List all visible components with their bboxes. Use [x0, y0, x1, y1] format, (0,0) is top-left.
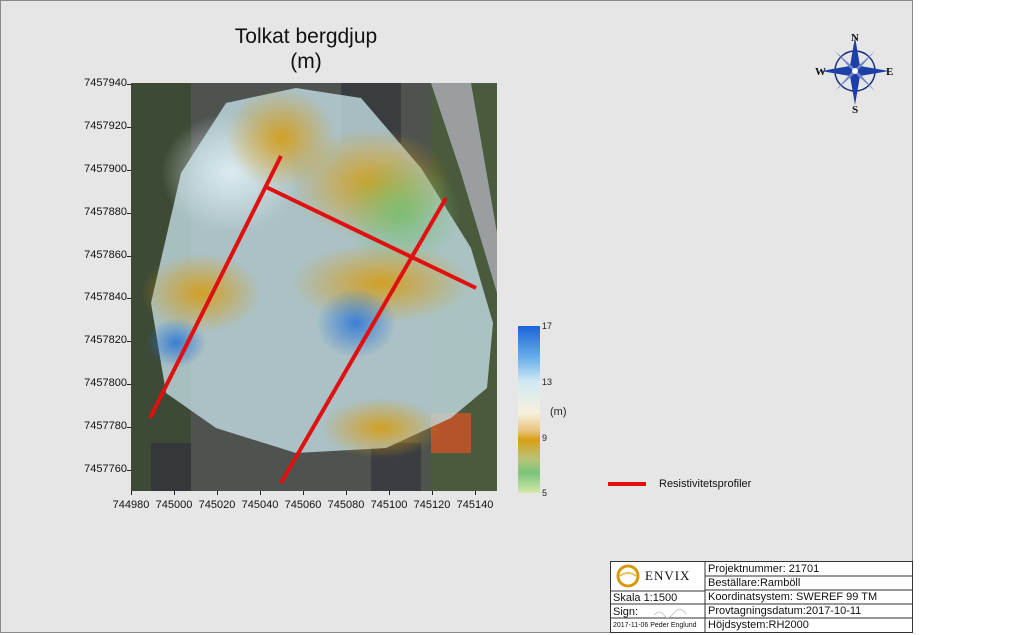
signature-scribble — [653, 608, 687, 619]
envix-logo-text: ENVIX — [645, 568, 691, 583]
coordinate-system: Koordinatsystem: SWEREF 99 TM — [708, 591, 878, 603]
map-title-unit: (m) — [290, 50, 322, 73]
x-tick-mark — [131, 491, 132, 495]
x-tick-mark — [174, 491, 175, 495]
legend-line-swatch — [608, 482, 646, 486]
y-tick: 7457900 — [84, 163, 127, 175]
map-canvas — [131, 83, 497, 491]
compass-rose-icon: N S W E — [813, 29, 897, 116]
map-sheet: Tolkat bergdjup (m) 7457940 7457920 7457… — [0, 0, 913, 633]
compass-east: E — [886, 66, 893, 78]
y-tick: 7457860 — [84, 249, 127, 261]
x-tick-mark — [432, 491, 433, 495]
y-tick: 7457780 — [84, 420, 127, 432]
client: Beställare:Ramböll — [708, 577, 801, 589]
sampling-date: Provtagningsdatum:2017-10-11 — [708, 605, 862, 617]
legend-label: Resistivitetsprofiler — [659, 478, 752, 490]
x-tick-mark — [389, 491, 390, 495]
envix-logo-icon — [616, 564, 640, 588]
x-tick-mark — [346, 491, 347, 495]
title-block: ENVIX Projektnummer: 21701 Beställare:Ra… — [610, 561, 913, 633]
building-roof — [151, 443, 191, 491]
colorbar-tick: 17 — [542, 321, 553, 331]
colorbar-tick: 9 — [542, 433, 548, 443]
y-tick: 7457840 — [84, 291, 127, 303]
compass-west: W — [815, 66, 826, 78]
colorbar-tick: 13 — [542, 377, 553, 387]
depth-colorbar — [518, 326, 540, 493]
x-tick-mark — [475, 491, 476, 495]
y-tick: 7457940 — [84, 77, 127, 89]
aerial-map[interactable] — [131, 83, 497, 491]
height-system: Höjdsystem:RH2000 — [708, 619, 809, 631]
depth-zone-9m — [321, 398, 441, 458]
y-tick: 7457880 — [84, 206, 127, 218]
y-tick: 7457820 — [84, 334, 127, 346]
compass-south: S — [852, 104, 858, 113]
y-tick: 7457920 — [84, 120, 127, 132]
signature-label: Sign: — [613, 606, 639, 618]
colorbar-tick: 5 — [542, 488, 548, 498]
scale: Skala 1:1500 — [613, 592, 678, 604]
x-tick-mark — [260, 491, 261, 495]
depth-zone-9m — [141, 253, 261, 333]
map-title: Tolkat bergdjup — [234, 25, 378, 48]
colorbar-unit: (m) — [550, 406, 567, 418]
depth-zone-17m — [316, 288, 396, 358]
project-number: Projektnummer: 21701 — [708, 563, 820, 575]
author-date: 2017-11-06 Peder Englund — [613, 622, 697, 629]
compass-north: N — [851, 32, 859, 44]
x-tick: 745140 — [456, 499, 494, 511]
y-tick: 7457800 — [84, 377, 127, 389]
y-tick: 7457760 — [84, 463, 127, 475]
x-tick-mark — [217, 491, 218, 495]
x-tick-mark — [303, 491, 304, 495]
